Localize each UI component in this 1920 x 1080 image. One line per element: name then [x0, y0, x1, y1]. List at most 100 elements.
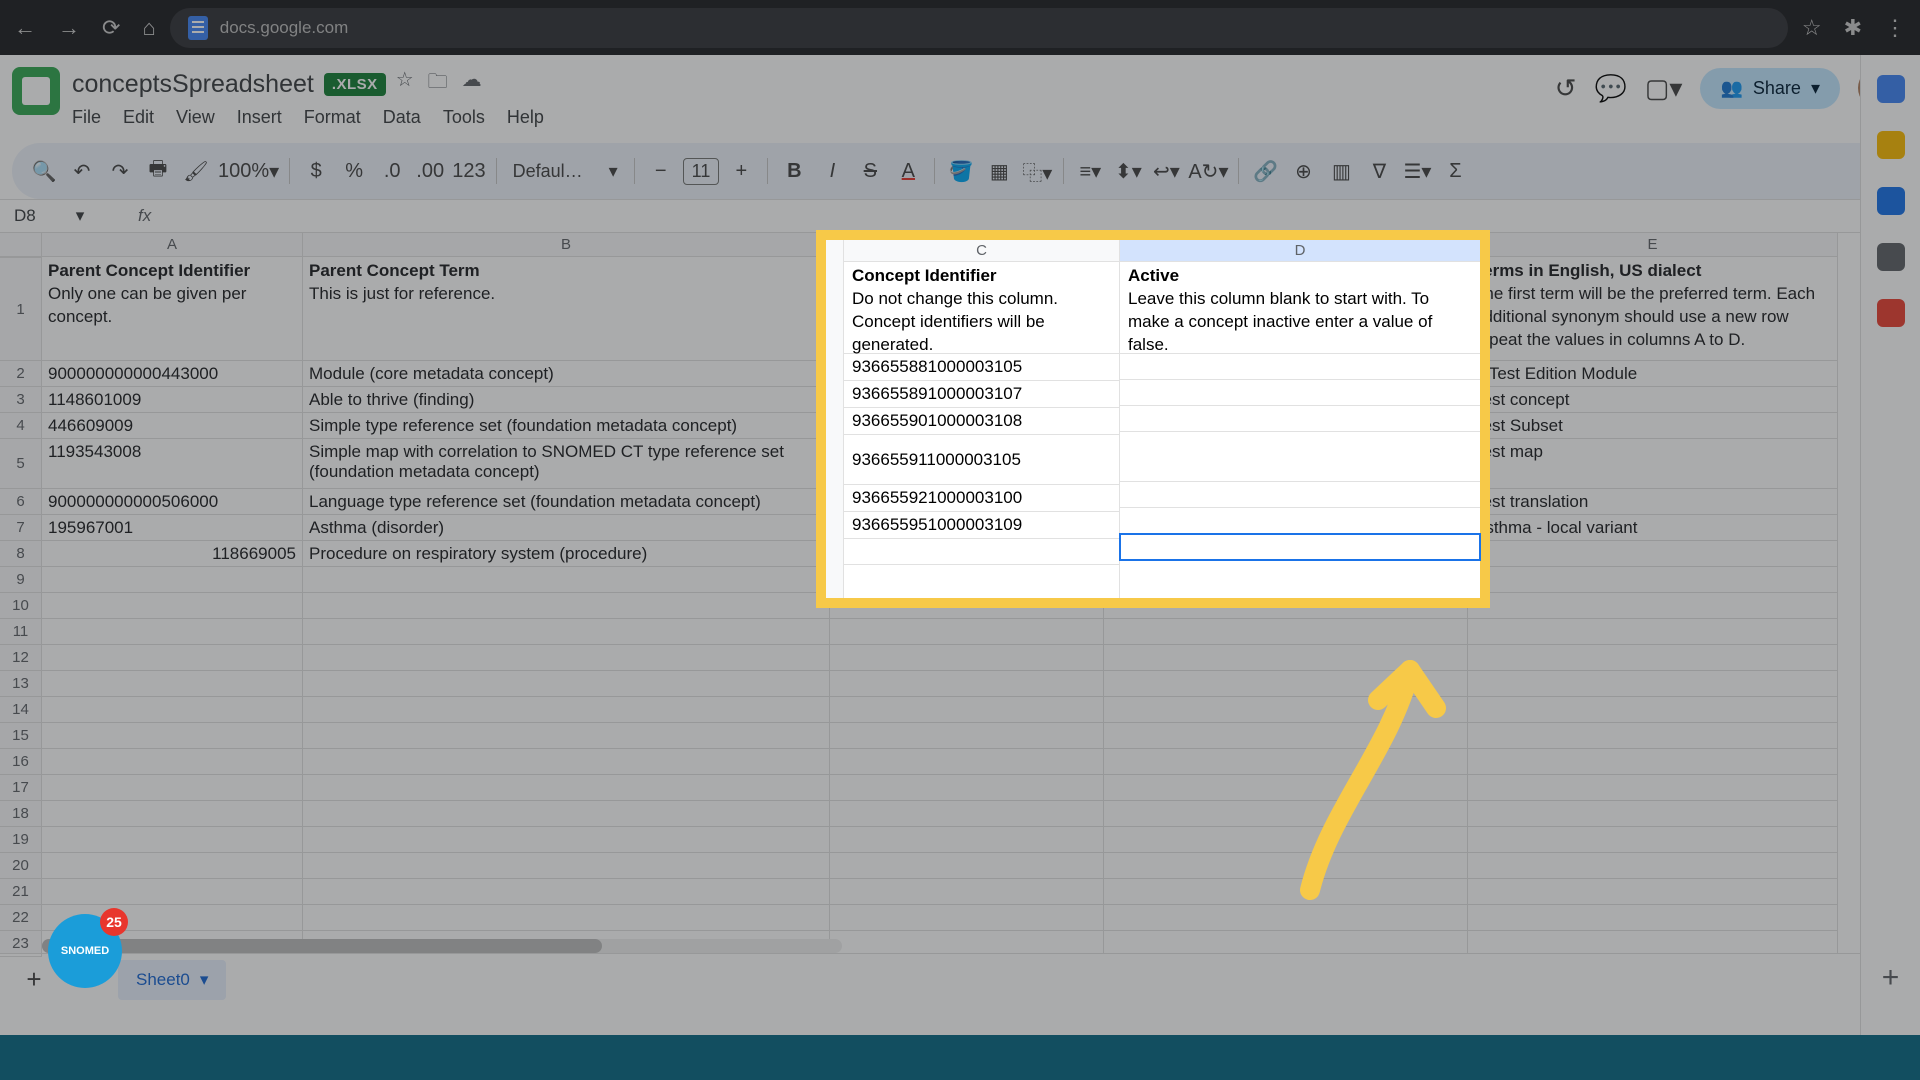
selected-cell-d8[interactable]: [1120, 534, 1480, 560]
cell[interactable]: [1104, 931, 1468, 953]
cell[interactable]: [830, 801, 1104, 827]
font-select[interactable]: Defaul…▾: [507, 161, 624, 182]
menu-data[interactable]: Data: [383, 107, 421, 128]
dec-font-icon[interactable]: −: [645, 153, 677, 189]
cell[interactable]: [1468, 541, 1838, 567]
row-header[interactable]: 11: [0, 619, 42, 645]
chart-icon[interactable]: ▥: [1325, 153, 1357, 189]
cell[interactable]: [830, 775, 1104, 801]
row-header[interactable]: 16: [0, 749, 42, 775]
row-header[interactable]: 21: [0, 879, 42, 905]
percent-icon[interactable]: %: [338, 153, 370, 189]
cell[interactable]: A Test Edition Module: [1468, 361, 1838, 387]
cell[interactable]: [1468, 931, 1838, 953]
col-header-c[interactable]: C: [844, 240, 1119, 262]
row-header[interactable]: 3: [0, 387, 42, 413]
strike-icon[interactable]: S: [854, 153, 886, 189]
cell[interactable]: [830, 645, 1104, 671]
cell[interactable]: [1468, 645, 1838, 671]
cell[interactable]: [1468, 853, 1838, 879]
cell[interactable]: [42, 723, 303, 749]
cell[interactable]: Test map: [1468, 439, 1838, 489]
cell[interactable]: [1104, 801, 1468, 827]
add-sheet-icon[interactable]: +: [14, 960, 54, 1000]
cell[interactable]: [303, 879, 830, 905]
currency-icon[interactable]: $: [300, 153, 332, 189]
inc-decimal-icon[interactable]: .00: [414, 153, 446, 189]
cell[interactable]: Terms in English, US dialectThe first te…: [1468, 257, 1838, 361]
row-header[interactable]: 14: [0, 697, 42, 723]
cell[interactable]: [303, 801, 830, 827]
merge-icon[interactable]: ⿻▾: [1021, 153, 1053, 189]
cell[interactable]: [303, 671, 830, 697]
cloud-status-icon[interactable]: ☁: [462, 67, 482, 101]
horizontal-scrollbar[interactable]: [42, 939, 842, 953]
menu-help[interactable]: Help: [507, 107, 544, 128]
cell[interactable]: [1104, 645, 1468, 671]
cell[interactable]: [42, 853, 303, 879]
sheet-tab[interactable]: Sheet0▾: [118, 960, 226, 1000]
sheets-logo-icon[interactable]: [12, 67, 60, 115]
row-header[interactable]: 23: [0, 931, 42, 957]
cell[interactable]: Test translation: [1468, 489, 1838, 515]
row-header[interactable]: 5: [0, 439, 42, 489]
print-icon[interactable]: 🖶: [142, 153, 174, 189]
font-size-input[interactable]: 11: [683, 158, 720, 185]
filter-views-icon[interactable]: ☰▾: [1401, 153, 1433, 189]
cell[interactable]: [830, 931, 1104, 953]
snomed-bubble[interactable]: SNOMED 25: [48, 914, 122, 988]
kebab-icon[interactable]: ⋮: [1884, 15, 1906, 41]
cell[interactable]: Asthma (disorder): [303, 515, 830, 541]
tasks-icon[interactable]: [1877, 187, 1905, 215]
cell[interactable]: Language type reference set (foundation …: [303, 489, 830, 515]
cell[interactable]: [830, 723, 1104, 749]
cell[interactable]: [1468, 723, 1838, 749]
row-header[interactable]: 17: [0, 775, 42, 801]
col-header-b[interactable]: B: [303, 233, 830, 257]
star-icon[interactable]: ☆: [1802, 15, 1822, 41]
history-icon[interactable]: ↺: [1555, 73, 1577, 104]
cell[interactable]: Simple type reference set (foundation me…: [303, 413, 830, 439]
zoom-select[interactable]: 100% ▾: [218, 153, 279, 189]
borders-icon[interactable]: ▦: [983, 153, 1015, 189]
calendar-icon[interactable]: [1877, 75, 1905, 103]
contacts-icon[interactable]: [1877, 243, 1905, 271]
extensions-icon[interactable]: ✱: [1844, 15, 1862, 41]
cell[interactable]: Asthma - local variant: [1468, 515, 1838, 541]
cell[interactable]: [1104, 619, 1468, 645]
cell[interactable]: [830, 879, 1104, 905]
row-header[interactable]: 13: [0, 671, 42, 697]
cell[interactable]: 195967001: [42, 515, 303, 541]
menu-file[interactable]: File: [72, 107, 101, 128]
cell[interactable]: [1468, 879, 1838, 905]
menu-tools[interactable]: Tools: [443, 107, 485, 128]
cell[interactable]: 900000000000506000: [42, 489, 303, 515]
cell[interactable]: [1104, 853, 1468, 879]
bold-icon[interactable]: B: [778, 153, 810, 189]
cell[interactable]: [42, 671, 303, 697]
cell[interactable]: [1104, 697, 1468, 723]
row-header[interactable]: 22: [0, 905, 42, 931]
cell[interactable]: [830, 671, 1104, 697]
reload-icon[interactable]: ⟳: [102, 15, 120, 41]
text-color-icon[interactable]: A: [892, 153, 924, 189]
cell[interactable]: [303, 775, 830, 801]
row-header[interactable]: 15: [0, 723, 42, 749]
meet-icon[interactable]: ▢▾: [1645, 73, 1683, 104]
cell[interactable]: Parent Concept IdentifierOnly one can be…: [42, 257, 303, 361]
filter-icon[interactable]: ∇: [1363, 153, 1395, 189]
cell[interactable]: [42, 775, 303, 801]
menu-insert[interactable]: Insert: [237, 107, 282, 128]
redo-icon[interactable]: ↷: [104, 153, 136, 189]
row-header[interactable]: 20: [0, 853, 42, 879]
undo-icon[interactable]: ↶: [66, 153, 98, 189]
star-doc-icon[interactable]: ☆: [396, 67, 414, 101]
row-header[interactable]: 10: [0, 593, 42, 619]
cell[interactable]: Able to thrive (finding): [303, 387, 830, 413]
cell[interactable]: [1104, 749, 1468, 775]
cell[interactable]: [1468, 593, 1838, 619]
row-header[interactable]: 6: [0, 489, 42, 515]
document-title[interactable]: conceptsSpreadsheet: [72, 70, 314, 99]
dec-decimal-icon[interactable]: .0: [376, 153, 408, 189]
search-menus-icon[interactable]: 🔍: [28, 153, 60, 189]
